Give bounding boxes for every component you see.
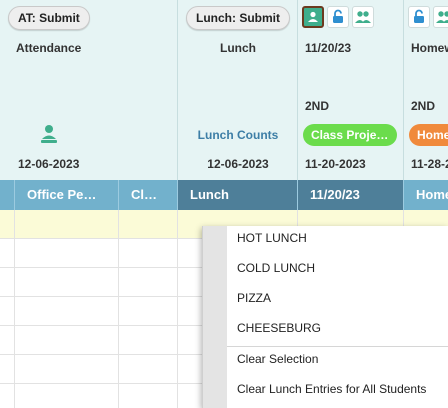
homework-period: 2ND	[411, 99, 436, 113]
unlock-icon[interactable]	[408, 6, 430, 28]
students-group-icon[interactable]	[352, 6, 374, 28]
grid-divider	[118, 210, 119, 408]
assignment-date-title: 11/20/23	[305, 41, 352, 55]
lunch-submit-button[interactable]: Lunch: Submit	[186, 6, 290, 30]
lunch-title: Lunch	[220, 41, 256, 55]
unlock-icon[interactable]	[327, 6, 349, 28]
grid-col-name[interactable]	[0, 180, 15, 210]
menu-item-hot-lunch[interactable]: HOT LUNCH	[237, 231, 307, 245]
attendance-title: Attendance	[16, 41, 82, 55]
assignment-column-header: 11/20/23 2ND Class Proje… 11-20-2023	[298, 0, 404, 180]
attendance-person-icon[interactable]	[38, 123, 60, 145]
grid-divider	[177, 210, 178, 408]
grid-col-lunch[interactable]: Lunch	[178, 180, 298, 210]
homework-title: Homew	[411, 41, 448, 55]
menu-item-cheeseburger[interactable]: CHEESEBURG	[237, 321, 321, 335]
assignment-due-date: 11-20-2023	[305, 157, 366, 171]
lunch-options-menu: HOT LUNCH COLD LUNCH PIZZA CHEESEBURG Cl…	[202, 226, 448, 408]
gradebook-header: AT: Submit Attendance 12-06-2023 Lunch: …	[0, 0, 448, 180]
homework-column-header: Homew 2ND Home 11-28-2	[404, 0, 448, 180]
attendance-submit-button[interactable]: AT: Submit	[8, 6, 90, 30]
lunch-column-header: Lunch: Submit Lunch Lunch Counts 12-06-2…	[178, 0, 298, 180]
students-group-icon[interactable]	[433, 6, 448, 28]
grid-col-class[interactable]: Cl…	[119, 180, 178, 210]
google-classroom-icon[interactable]	[302, 6, 324, 28]
menu-item-pizza[interactable]: PIZZA	[237, 291, 271, 305]
grid-col-office-period[interactable]: Office Pe…	[15, 180, 119, 210]
lunch-date: 12-06-2023	[207, 157, 269, 171]
clear-all-lunch-entries-item[interactable]: Clear Lunch Entries for All Students	[237, 382, 426, 396]
attendance-date: 12-06-2023	[18, 157, 80, 171]
grid-col-homework[interactable]: Home	[404, 180, 448, 210]
lunch-counts-link[interactable]: Lunch Counts	[178, 128, 298, 142]
clear-selection-item[interactable]: Clear Selection	[237, 352, 318, 366]
assignment-period: 2ND	[305, 99, 330, 113]
grid-divider	[14, 210, 15, 408]
grid-header-row: Office Pe… Cl… Lunch 11/20/23 Home	[0, 180, 448, 210]
attendance-column-header: AT: Submit Attendance 12-06-2023	[0, 0, 178, 180]
menu-separator	[227, 346, 448, 347]
menu-item-cold-lunch[interactable]: COLD LUNCH	[237, 261, 315, 275]
grid-col-assignment[interactable]: 11/20/23	[298, 180, 404, 210]
homework-due-date: 11-28-2	[411, 157, 448, 171]
category-tag: Class Proje…	[303, 124, 397, 146]
menu-gutter	[203, 226, 227, 408]
homework-tag: Home	[409, 124, 448, 146]
